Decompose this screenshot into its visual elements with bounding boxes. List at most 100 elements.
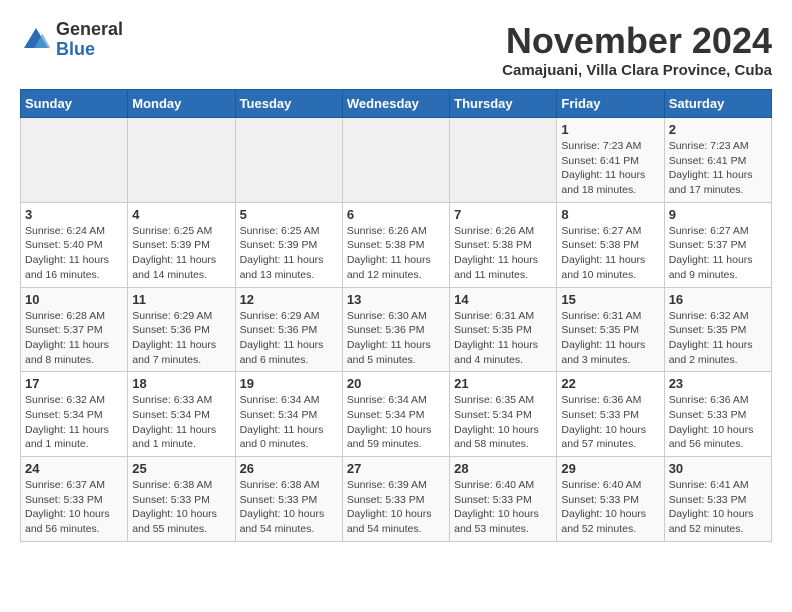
header: General Blue November 2024 Camajuani, Vi…: [20, 20, 772, 79]
col-thursday: Thursday: [450, 90, 557, 118]
day-cell: 3Sunrise: 6:24 AM Sunset: 5:40 PM Daylig…: [21, 202, 128, 287]
day-info: Sunrise: 6:31 AM Sunset: 5:35 PM Dayligh…: [561, 309, 659, 368]
day-info: Sunrise: 6:28 AM Sunset: 5:37 PM Dayligh…: [25, 309, 123, 368]
day-cell: 30 Sunrise: 6:41 AM Sunset: 5:33 PM Dayli…: [664, 457, 771, 542]
day-info: Sunrise: 6:39 AM Sunset: 5:33 PM Dayligh…: [347, 478, 445, 537]
day-info: Sunrise: 7:23 AM Sunset: 6:41 PM Dayligh…: [669, 139, 767, 198]
day-cell: [342, 118, 449, 203]
week-row-5: 24 Sunrise: 6:37 AM Sunset: 5:33 PM Dayli…: [21, 457, 772, 542]
day-info: Sunrise: 6:36 AM Sunset: 5:33 PM Dayligh…: [561, 393, 659, 452]
day-cell: 16 Sunrise: 6:32 AM Sunset: 5:35 PM Dayli…: [664, 287, 771, 372]
week-row-2: 3Sunrise: 6:24 AM Sunset: 5:40 PM Daylig…: [21, 202, 772, 287]
col-monday: Monday: [128, 90, 235, 118]
day-number: 26: [240, 461, 338, 476]
day-cell: 13 Sunrise: 6:30 AM Sunset: 5:36 PM Dayli…: [342, 287, 449, 372]
logo: General Blue: [20, 20, 123, 60]
day-number: 25: [132, 461, 230, 476]
day-number: 21: [454, 376, 552, 391]
day-cell: 2Sunrise: 7:23 AM Sunset: 6:41 PM Daylig…: [664, 118, 771, 203]
day-number: 8: [561, 207, 659, 222]
day-info: Sunrise: 6:29 AM Sunset: 5:36 PM Dayligh…: [240, 309, 338, 368]
day-number: 14: [454, 292, 552, 307]
col-saturday: Saturday: [664, 90, 771, 118]
day-cell: 20 Sunrise: 6:34 AM Sunset: 5:34 PM Dayli…: [342, 372, 449, 457]
day-info: Sunrise: 6:40 AM Sunset: 5:33 PM Dayligh…: [561, 478, 659, 537]
col-wednesday: Wednesday: [342, 90, 449, 118]
day-number: 24: [25, 461, 123, 476]
day-info: Sunrise: 6:27 AM Sunset: 5:37 PM Dayligh…: [669, 224, 767, 283]
day-number: 27: [347, 461, 445, 476]
day-number: 28: [454, 461, 552, 476]
day-number: 20: [347, 376, 445, 391]
day-info: Sunrise: 6:31 AM Sunset: 5:35 PM Dayligh…: [454, 309, 552, 368]
title-area: November 2024 Camajuani, Villa Clara Pro…: [502, 20, 772, 79]
col-tuesday: Tuesday: [235, 90, 342, 118]
day-cell: 10 Sunrise: 6:28 AM Sunset: 5:37 PM Dayli…: [21, 287, 128, 372]
day-info: Sunrise: 6:37 AM Sunset: 5:33 PM Dayligh…: [25, 478, 123, 537]
day-info: Sunrise: 6:35 AM Sunset: 5:34 PM Dayligh…: [454, 393, 552, 452]
day-cell: 29 Sunrise: 6:40 AM Sunset: 5:33 PM Dayli…: [557, 457, 664, 542]
day-cell: 12 Sunrise: 6:29 AM Sunset: 5:36 PM Dayli…: [235, 287, 342, 372]
day-cell: 15 Sunrise: 6:31 AM Sunset: 5:35 PM Dayli…: [557, 287, 664, 372]
day-info: Sunrise: 6:26 AM Sunset: 5:38 PM Dayligh…: [454, 224, 552, 283]
day-number: 29: [561, 461, 659, 476]
day-cell: [450, 118, 557, 203]
day-info: Sunrise: 6:38 AM Sunset: 5:33 PM Dayligh…: [132, 478, 230, 537]
day-cell: 8 Sunrise: 6:27 AM Sunset: 5:38 PM Daylig…: [557, 202, 664, 287]
day-cell: 1 Sunrise: 7:23 AM Sunset: 6:41 PM Daylig…: [557, 118, 664, 203]
day-info: Sunrise: 6:36 AM Sunset: 5:33 PM Dayligh…: [669, 393, 767, 452]
day-cell: 17Sunrise: 6:32 AM Sunset: 5:34 PM Dayli…: [21, 372, 128, 457]
day-info: Sunrise: 6:27 AM Sunset: 5:38 PM Dayligh…: [561, 224, 659, 283]
logo-icon: [20, 24, 52, 56]
day-cell: 27 Sunrise: 6:39 AM Sunset: 5:33 PM Dayli…: [342, 457, 449, 542]
day-number: 16: [669, 292, 767, 307]
day-cell: 24 Sunrise: 6:37 AM Sunset: 5:33 PM Dayli…: [21, 457, 128, 542]
day-info: Sunrise: 6:32 AM Sunset: 5:34 PM Dayligh…: [25, 393, 123, 452]
day-cell: 21 Sunrise: 6:35 AM Sunset: 5:34 PM Dayli…: [450, 372, 557, 457]
day-cell: 28Sunrise: 6:40 AM Sunset: 5:33 PM Dayli…: [450, 457, 557, 542]
day-info: Sunrise: 6:30 AM Sunset: 5:36 PM Dayligh…: [347, 309, 445, 368]
day-number: 11: [132, 292, 230, 307]
logo-general-text: General: [56, 20, 123, 40]
logo-blue-text: Blue: [56, 40, 123, 60]
calendar-header: Sunday Monday Tuesday Wednesday Thursday…: [21, 90, 772, 118]
month-title: November 2024: [502, 20, 772, 62]
col-friday: Friday: [557, 90, 664, 118]
day-info: Sunrise: 6:26 AM Sunset: 5:38 PM Dayligh…: [347, 224, 445, 283]
day-info: Sunrise: 6:34 AM Sunset: 5:34 PM Dayligh…: [240, 393, 338, 452]
day-info: Sunrise: 6:29 AM Sunset: 5:36 PM Dayligh…: [132, 309, 230, 368]
day-cell: 26Sunrise: 6:38 AM Sunset: 5:33 PM Dayli…: [235, 457, 342, 542]
day-number: 23: [669, 376, 767, 391]
day-cell: 4 Sunrise: 6:25 AM Sunset: 5:39 PM Daylig…: [128, 202, 235, 287]
week-row-3: 10 Sunrise: 6:28 AM Sunset: 5:37 PM Dayli…: [21, 287, 772, 372]
day-cell: 6Sunrise: 6:26 AM Sunset: 5:38 PM Daylig…: [342, 202, 449, 287]
day-cell: 25 Sunrise: 6:38 AM Sunset: 5:33 PM Dayli…: [128, 457, 235, 542]
day-number: 15: [561, 292, 659, 307]
week-row-4: 17Sunrise: 6:32 AM Sunset: 5:34 PM Dayli…: [21, 372, 772, 457]
day-cell: 5Sunrise: 6:25 AM Sunset: 5:39 PM Daylig…: [235, 202, 342, 287]
week-row-1: 1 Sunrise: 7:23 AM Sunset: 6:41 PM Daylig…: [21, 118, 772, 203]
day-cell: [128, 118, 235, 203]
day-number: 13: [347, 292, 445, 307]
day-cell: 7Sunrise: 6:26 AM Sunset: 5:38 PM Daylig…: [450, 202, 557, 287]
day-info: Sunrise: 6:34 AM Sunset: 5:34 PM Dayligh…: [347, 393, 445, 452]
day-number: 19: [240, 376, 338, 391]
day-cell: 23 Sunrise: 6:36 AM Sunset: 5:33 PM Dayli…: [664, 372, 771, 457]
day-info: Sunrise: 6:32 AM Sunset: 5:35 PM Dayligh…: [669, 309, 767, 368]
day-number: 18: [132, 376, 230, 391]
location-subtitle: Camajuani, Villa Clara Province, Cuba: [502, 62, 772, 79]
day-number: 12: [240, 292, 338, 307]
day-number: 1: [561, 122, 659, 137]
day-number: 30: [669, 461, 767, 476]
day-info: Sunrise: 6:25 AM Sunset: 5:39 PM Dayligh…: [240, 224, 338, 283]
day-number: 10: [25, 292, 123, 307]
day-cell: 11 Sunrise: 6:29 AM Sunset: 5:36 PM Dayli…: [128, 287, 235, 372]
day-cell: 14 Sunrise: 6:31 AM Sunset: 5:35 PM Dayli…: [450, 287, 557, 372]
day-info: Sunrise: 7:23 AM Sunset: 6:41 PM Dayligh…: [561, 139, 659, 198]
day-number: 22: [561, 376, 659, 391]
day-info: Sunrise: 6:33 AM Sunset: 5:34 PM Dayligh…: [132, 393, 230, 452]
day-info: Sunrise: 6:25 AM Sunset: 5:39 PM Dayligh…: [132, 224, 230, 283]
day-info: Sunrise: 6:41 AM Sunset: 5:33 PM Dayligh…: [669, 478, 767, 537]
day-cell: 19 Sunrise: 6:34 AM Sunset: 5:34 PM Dayli…: [235, 372, 342, 457]
day-number: 4: [132, 207, 230, 222]
